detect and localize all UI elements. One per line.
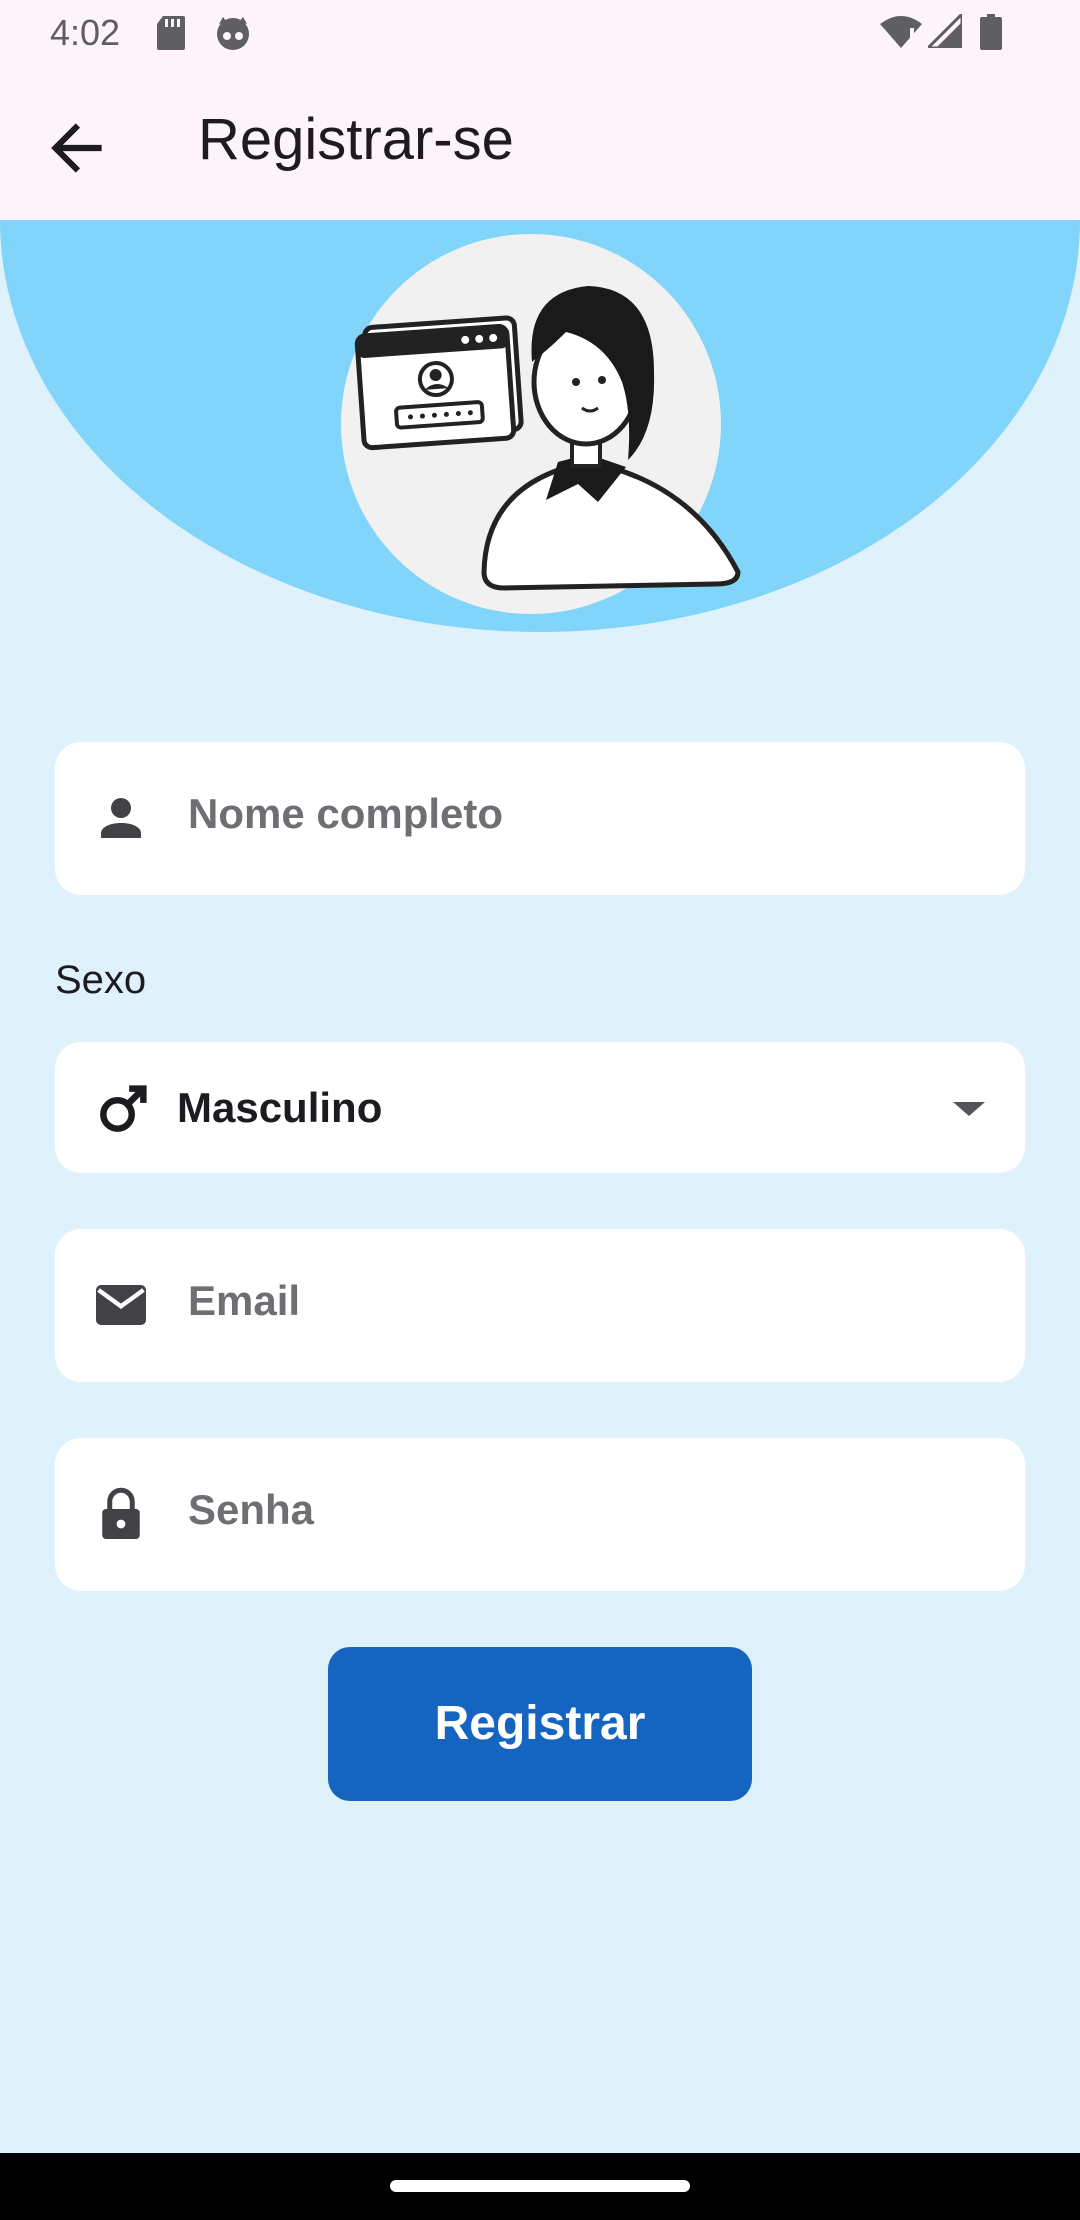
page-title: Registrar-se [198,107,514,172]
user-login-illustration [341,234,741,614]
full-name-placeholder: Nome completo [188,790,504,837]
wifi-icon [880,16,922,48]
email-field[interactable]: Email [55,1229,1025,1382]
status-time: 4:02 [50,12,121,53]
dropdown-arrow-icon [953,1102,985,1116]
email-placeholder: Email [188,1277,301,1324]
status-bar: 4:02 [0,0,1080,66]
gender-dropdown[interactable]: Masculino [55,1042,1025,1173]
gender-selected-value: Masculino [177,1084,383,1131]
person-icon [101,798,141,838]
gender-label: Sexo [55,958,147,1002]
male-icon [100,1085,147,1132]
battery-icon [980,14,1002,50]
signal-icon [928,14,962,48]
lock-icon [102,1487,140,1539]
password-field[interactable]: Senha [55,1438,1025,1591]
password-placeholder: Senha [188,1486,315,1533]
full-name-field[interactable]: Nome completo [55,742,1025,895]
notification-cat-icon [217,17,249,50]
arrow-back-icon [51,123,102,173]
system-navigation-bar [0,2153,1080,2220]
app-bar: Registrar-se [0,66,1080,220]
mail-icon [96,1285,146,1325]
back-button[interactable] [40,111,114,185]
register-button[interactable]: Registrar [328,1647,752,1801]
home-gesture-handle[interactable] [390,2180,690,2192]
sd-card-icon [157,16,185,50]
